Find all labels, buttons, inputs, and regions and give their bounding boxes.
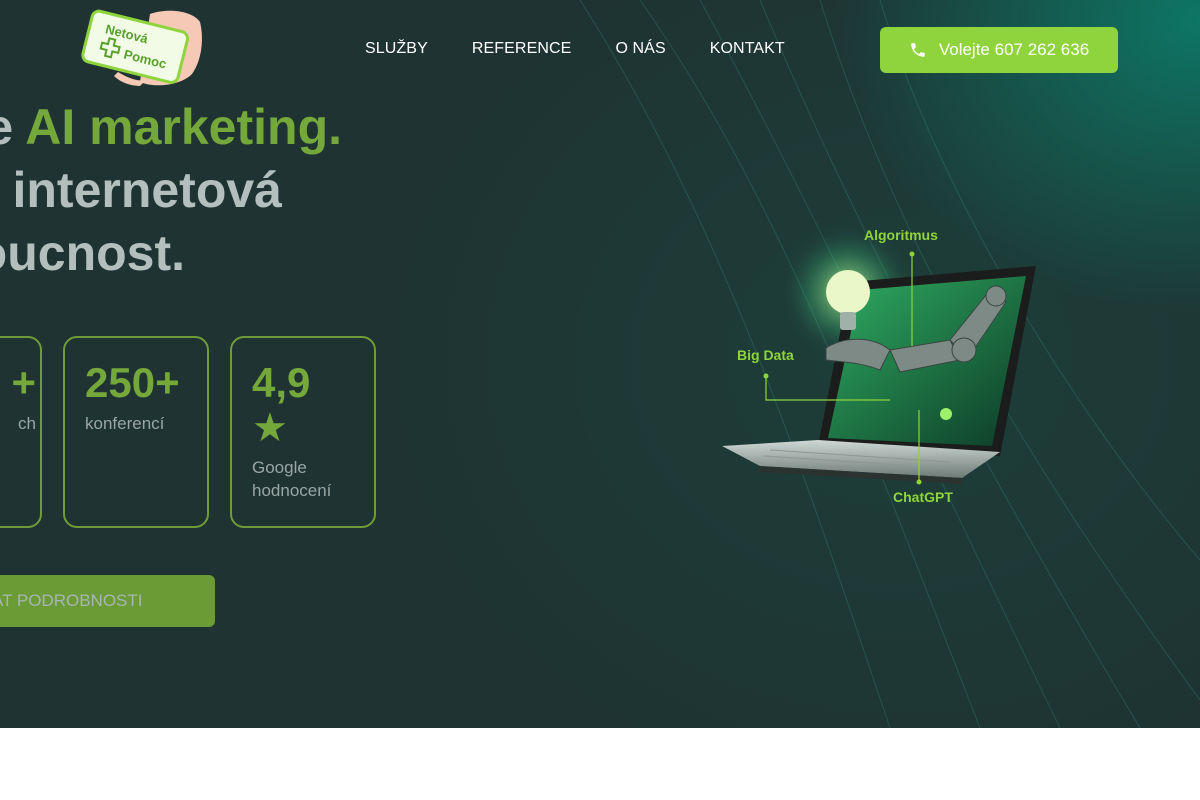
illustration-label-algorithm: Algoritmus: [864, 227, 938, 243]
headline-line-3: oucnost.: [0, 225, 185, 281]
illustration-label-big-data: Big Data: [737, 347, 794, 363]
star-icon: ★: [252, 406, 288, 450]
nav-item-about[interactable]: O NÁS: [615, 40, 665, 58]
nav-item-contact[interactable]: KONTAKT: [710, 40, 785, 58]
stat-card: 4,9 ★ Google hodnocení: [230, 336, 376, 528]
stat-value: +: [11, 359, 36, 406]
logo-graphic: Netová Pomoc: [81, 9, 202, 86]
main-nav: SLUŽBY REFERENCE O NÁS KONTAKT: [365, 40, 785, 58]
phone-icon: [911, 43, 925, 57]
headline-line-1: e AI marketing.: [0, 96, 460, 159]
stat-card: 250+ konferencí: [63, 336, 209, 528]
nav-item-references[interactable]: REFERENCE: [472, 40, 572, 58]
call-button-label: Volejte 607 262 636: [938, 40, 1090, 59]
headline-line-2: internetová: [12, 162, 282, 218]
stat-label: Google hodnocení: [252, 458, 332, 500]
details-button[interactable]: AT PODROBNOSTI: [0, 575, 215, 627]
headline-prefix: e: [0, 99, 25, 155]
logo[interactable]: Netová Pomoc: [80, 8, 204, 88]
nav-item-services[interactable]: SLUŽBY: [365, 40, 428, 58]
hero-headline: e AI marketing. internetová oucnost.: [0, 96, 460, 285]
stat-card: + ch: [0, 336, 42, 528]
stat-label: konferencí: [85, 414, 165, 433]
stat-value: 4,9: [252, 359, 311, 406]
stat-label: ch: [18, 414, 36, 433]
illustration-label-chatgpt: ChatGPT: [893, 489, 953, 505]
hero-section: Netová Pomoc SLUŽBY REFERENCE O NÁS KONT…: [0, 0, 1200, 728]
stat-value: 250+: [85, 359, 180, 406]
ai-laptop-illustration: [722, 222, 1036, 485]
call-button[interactable]: Volejte 607 262 636: [880, 27, 1118, 73]
headline-accent: AI marketing.: [25, 99, 342, 155]
